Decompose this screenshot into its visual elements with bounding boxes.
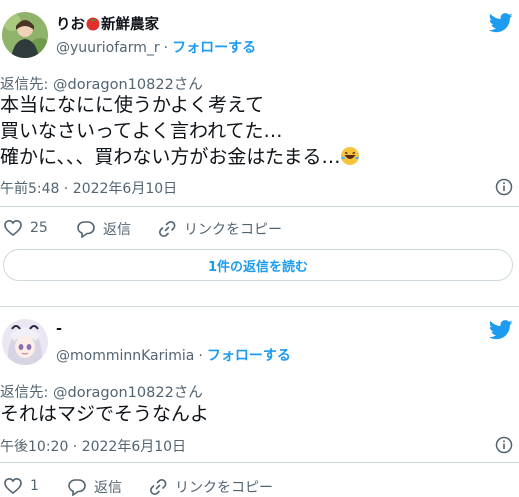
avatar[interactable] bbox=[2, 12, 48, 58]
reply-to-label[interactable]: 返信先: @doragon10822さん bbox=[0, 73, 203, 94]
tweet-text-line: 確かに、、、買わない方がお金はたまる… bbox=[0, 146, 341, 168]
avatar[interactable] bbox=[2, 319, 48, 365]
twitter-bird-icon[interactable] bbox=[488, 320, 513, 340]
reply-button[interactable]: 返信 bbox=[68, 477, 122, 497]
copy-link-label: リンクをコピー bbox=[175, 480, 273, 496]
tweet-card[interactable]: りお 新鮮農家 @yuuriofarm_r · フォローする 返信先: @dorago… bbox=[0, 0, 519, 291]
reply-bubble-icon bbox=[77, 221, 95, 238]
reply-bubble-icon bbox=[68, 479, 86, 496]
timestamp[interactable]: 午後10:20 · 2022年6月10日 bbox=[0, 436, 186, 456]
separator: · bbox=[198, 348, 203, 364]
tweet-card[interactable]: - @momminnKarimia · フォローする 返信先: @doragon10… bbox=[0, 307, 519, 496]
display-name[interactable]: - bbox=[56, 321, 62, 337]
display-name[interactable]: りお 新鮮農家 bbox=[56, 13, 159, 35]
like-count: 1 bbox=[30, 478, 39, 494]
tomato-emoji bbox=[85, 15, 101, 35]
tweet-text-line: 本当になにに使うかよく考えて bbox=[0, 94, 265, 116]
like-button[interactable]: 25 bbox=[4, 219, 48, 237]
tweet-text-line: それはマジでそうなんよ bbox=[0, 403, 210, 425]
reply-to-label[interactable]: 返信先: @doragon10822さん bbox=[0, 381, 203, 402]
tweet-text: 本当になにに使うかよく考えて 買いなさいってよく言われてた… 確かに、、、買わな… bbox=[0, 92, 360, 173]
link-icon bbox=[150, 479, 167, 495]
handle-row: @yuuriofarm_r · フォローする bbox=[56, 37, 256, 57]
twitter-bird-icon[interactable] bbox=[488, 13, 513, 33]
copy-link-label: リンクをコピー bbox=[184, 222, 282, 238]
reply-button[interactable]: 返信 bbox=[77, 219, 131, 239]
tweet-text-line: 買いなさいってよく言われてた… bbox=[0, 120, 283, 142]
handle[interactable]: @momminnKarimia bbox=[56, 348, 194, 364]
timestamp[interactable]: 午前5:48 · 2022年6月10日 bbox=[0, 178, 177, 198]
separator: · bbox=[163, 40, 169, 56]
follow-button[interactable]: フォローする bbox=[207, 348, 291, 364]
handle[interactable]: @yuuriofarm_r bbox=[56, 40, 160, 56]
heart-icon bbox=[4, 219, 22, 237]
laughing-emoji bbox=[340, 146, 360, 173]
read-replies-button[interactable]: 1件の返信を読む bbox=[3, 249, 513, 281]
follow-button[interactable]: フォローする bbox=[172, 40, 256, 56]
copy-link-button[interactable]: リンクをコピー bbox=[158, 219, 282, 239]
divider bbox=[0, 206, 519, 207]
info-icon[interactable] bbox=[495, 178, 513, 196]
like-count: 25 bbox=[30, 220, 48, 236]
divider bbox=[0, 462, 519, 463]
tweet-text: それはマジでそうなんよ bbox=[0, 401, 209, 427]
like-button[interactable]: 1 bbox=[4, 477, 39, 495]
reply-label: 返信 bbox=[94, 480, 122, 496]
heart-icon bbox=[4, 477, 22, 495]
reply-label: 返信 bbox=[103, 222, 131, 238]
handle-row: @momminnKarimia · フォローする bbox=[56, 345, 291, 365]
link-icon bbox=[159, 221, 176, 237]
copy-link-button[interactable]: リンクをコピー bbox=[149, 477, 273, 497]
info-icon[interactable] bbox=[495, 436, 513, 454]
